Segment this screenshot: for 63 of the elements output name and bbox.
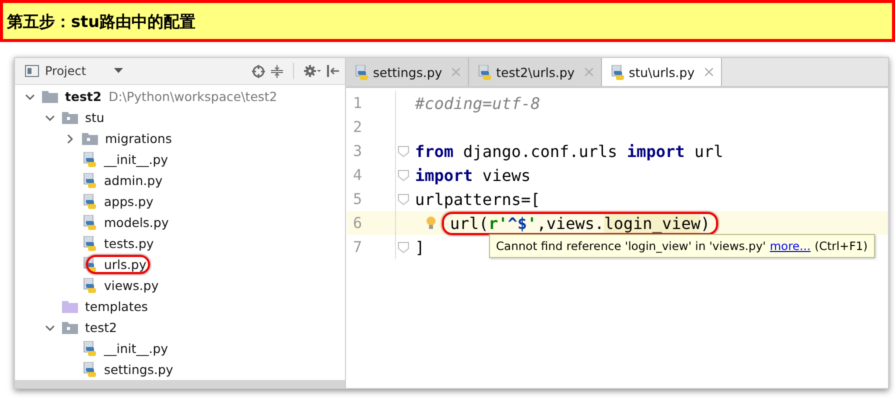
python-file-icon [82,341,97,356]
code-line: urlpatterns=[ [414,190,542,208]
panel-title[interactable]: Project [45,64,86,78]
line-number: 1 [352,94,364,112]
fold-marker-icon[interactable] [398,194,409,204]
tree-item[interactable]: migrations [103,131,174,146]
line-number: 4 [352,166,364,184]
more-link[interactable]: more... [770,239,811,253]
hide-panel-icon[interactable] [327,65,339,77]
tree-item[interactable]: views.py [102,278,161,293]
line-number: 6 [352,214,364,232]
lightbulb-icon[interactable] [426,216,436,230]
code-line: from django.conf.urls import url [414,142,724,160]
python-file-icon [82,236,97,251]
code-line: import views [414,166,532,184]
fold-marker-icon[interactable] [398,242,409,252]
editor-tab[interactable]: stu\urls.py [602,58,722,86]
package-folder-icon [62,322,78,334]
tree-item[interactable]: stu [83,110,106,125]
python-file-icon [82,257,97,272]
line-number: 2 [352,118,364,136]
line-number: 7 [352,238,364,256]
package-folder-icon [82,132,98,144]
python-file-icon [477,64,492,80]
collapse-icon[interactable] [271,64,283,78]
tooltip-message: Cannot find reference 'login_view' in 'views.py' [496,239,766,253]
tree-item[interactable]: test2 [63,89,104,104]
python-file-icon [610,64,625,80]
tree-item[interactable]: apps.py [102,194,156,209]
folder-icon [42,90,58,102]
python-file-icon [82,194,97,209]
line-number: 5 [352,190,364,208]
python-file-icon [82,215,97,230]
line-number: 3 [352,142,364,160]
editor-tab[interactable]: test2\urls.py [469,58,602,86]
python-file-icon [82,152,97,167]
tree-item[interactable]: tests.py [102,236,156,251]
package-folder-icon [62,112,78,124]
folder-path: D:\Python\workspace\test2 [108,89,278,104]
python-file-icon [82,173,97,188]
tree-item[interactable]: __init__.py [102,341,170,356]
templates-folder-icon [62,300,78,312]
tree-item[interactable]: urls.py [86,255,150,274]
fold-marker-icon[interactable] [398,170,409,180]
editor-tab[interactable]: settings.py [346,58,470,86]
python-file-icon [82,278,97,293]
tree-item[interactable]: templates [83,299,150,314]
code-line: ] [414,238,426,256]
banner-title: 第五步：stu路由中的配置 [0,0,895,42]
tree-item[interactable]: admin.py [102,173,164,188]
tree-item[interactable]: models.py [102,215,171,230]
fold-marker-icon[interactable] [398,146,409,156]
target-icon[interactable] [252,64,265,78]
shortcut-hint: (Ctrl+F1) [814,239,868,253]
tree-item[interactable]: test2 [83,320,119,335]
dropdown-caret-icon[interactable] [114,68,124,74]
code-line: #coding=utf-8 [414,94,542,112]
gear-icon[interactable] [304,65,321,77]
tree-item[interactable]: __init__.py [102,152,170,167]
python-file-icon [82,362,97,377]
tree-item[interactable]: settings.py [102,362,176,377]
python-file-icon [354,64,369,80]
project-view-icon [25,65,39,77]
